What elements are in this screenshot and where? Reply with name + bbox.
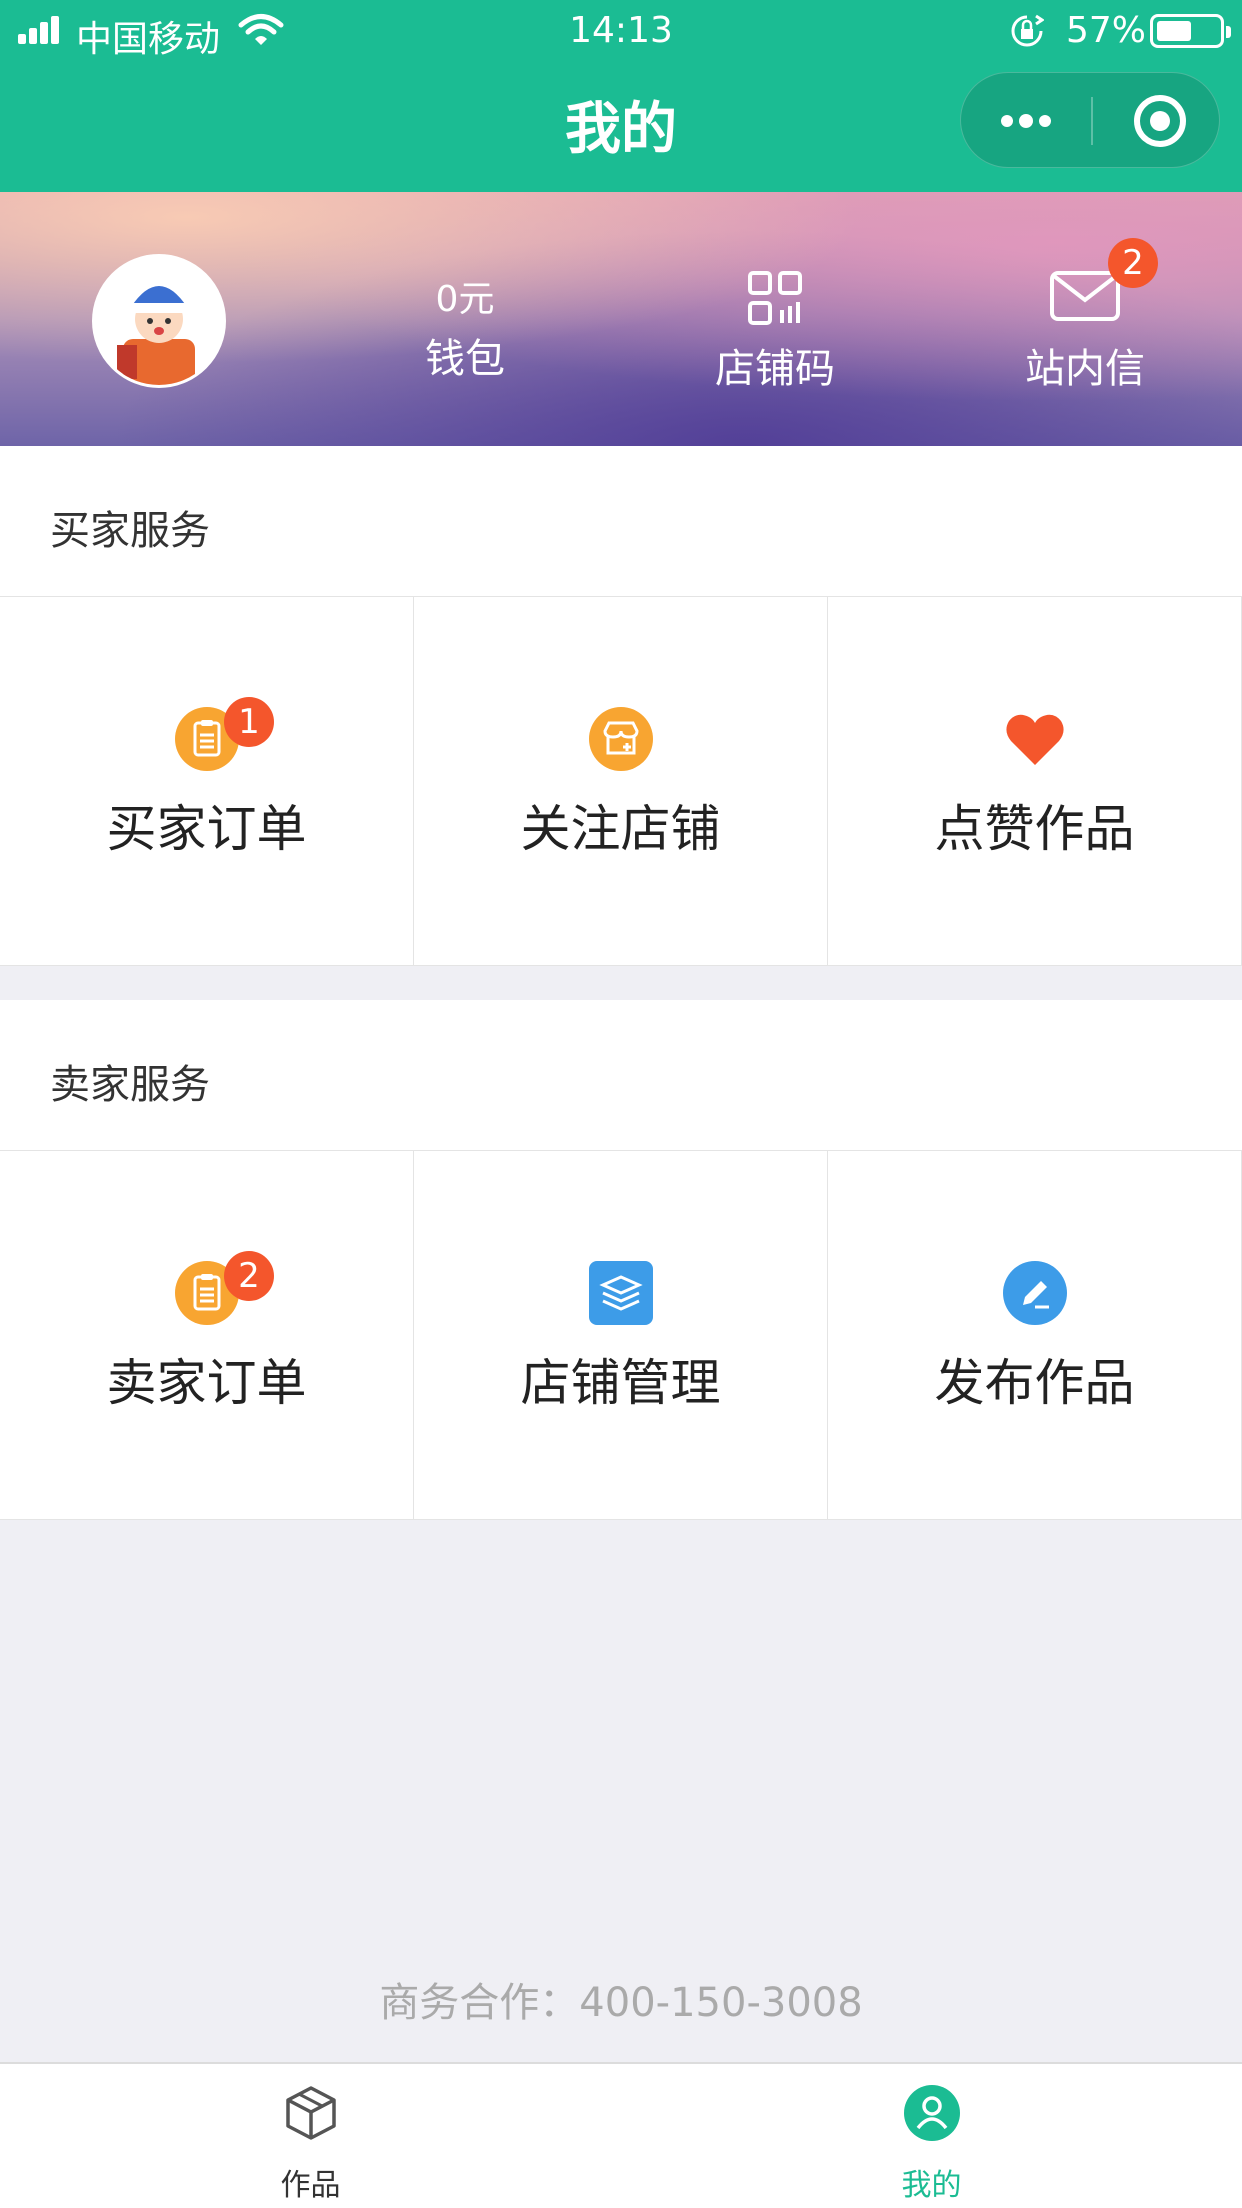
top-bar: 中国移动 14:13 57% 我的 <box>0 0 1242 192</box>
store-management-button[interactable]: 店铺管理 <box>414 1151 828 1519</box>
seller-section-header: 卖家服务 <box>0 1000 1242 1150</box>
rotation-lock-icon <box>1011 14 1044 47</box>
pencil-icon <box>1003 1261 1067 1325</box>
seller-orders-button[interactable]: 2 卖家订单 <box>0 1151 414 1519</box>
publish-work-button[interactable]: 发布作品 <box>828 1151 1242 1519</box>
heart-icon <box>1006 714 1064 765</box>
buyer-orders-badge: 1 <box>224 697 274 747</box>
more-dots-icon[interactable] <box>961 73 1091 169</box>
inbox-label: 站内信 <box>1025 346 1145 392</box>
tab-mine-label: 我的 <box>901 2168 962 2203</box>
followed-stores-button[interactable]: 关注店铺 <box>414 597 828 965</box>
store-icon <box>589 707 653 771</box>
inbox-entry[interactable]: 站内信 2 <box>1010 238 1160 394</box>
liked-works-label: 点赞作品 <box>934 800 1135 858</box>
wallet-entry[interactable]: 0元 钱包 <box>405 270 525 384</box>
buyer-orders-button[interactable]: 1 买家订单 <box>0 597 414 965</box>
store-management-label: 店铺管理 <box>520 1354 721 1412</box>
seller-orders-badge: 2 <box>224 1251 274 1301</box>
inbox-badge: 2 <box>1108 238 1158 288</box>
avatar[interactable] <box>92 254 226 388</box>
status-bar: 中国移动 14:13 57% <box>0 0 1242 62</box>
tab-works-label: 作品 <box>280 2168 341 2203</box>
tab-works[interactable]: 作品 <box>0 2064 621 2208</box>
liked-works-button[interactable]: 点赞作品 <box>828 597 1242 965</box>
mail-icon <box>1050 271 1120 321</box>
publish-work-label: 发布作品 <box>934 1354 1135 1412</box>
layers-icon <box>589 1261 653 1325</box>
seller-orders-label: 卖家订单 <box>106 1354 307 1412</box>
battery-level <box>1157 21 1191 41</box>
status-time: 14:13 <box>569 10 673 51</box>
buyer-services-grid: 1 买家订单 关注店铺 点赞作品 <box>0 596 1242 966</box>
battery-icon <box>1150 14 1231 48</box>
buyer-section-header: 买家服务 <box>0 446 1242 596</box>
seller-section-title: 卖家服务 <box>50 1062 210 1108</box>
battery-percent: 57% <box>1066 10 1147 51</box>
cube-icon <box>286 2086 336 2140</box>
mini-program-capsule <box>960 72 1220 168</box>
wallet-value: 0元 <box>435 279 495 320</box>
wallet-label: 钱包 <box>425 336 505 382</box>
store-qr-label: 店铺码 <box>715 346 835 392</box>
seller-services-grid: 2 卖家订单 店铺管理 发布作品 <box>0 1150 1242 1520</box>
store-qr-entry[interactable]: 店铺码 <box>700 270 850 394</box>
profile-banner: 0元 钱包 店铺码 站内信 2 <box>0 192 1242 446</box>
user-icon <box>904 2085 960 2141</box>
followed-stores-label: 关注店铺 <box>520 800 721 858</box>
tab-mine[interactable]: 我的 <box>621 2064 1242 2208</box>
business-contact: 商务合作：400-150-3008 <box>379 1980 863 2026</box>
target-close-icon[interactable] <box>1092 73 1221 169</box>
buyer-orders-label: 买家订单 <box>106 800 307 858</box>
buyer-section-title: 买家服务 <box>50 508 210 554</box>
qr-code-icon <box>748 271 802 325</box>
tab-bar: 作品 我的 <box>0 2062 1242 2208</box>
